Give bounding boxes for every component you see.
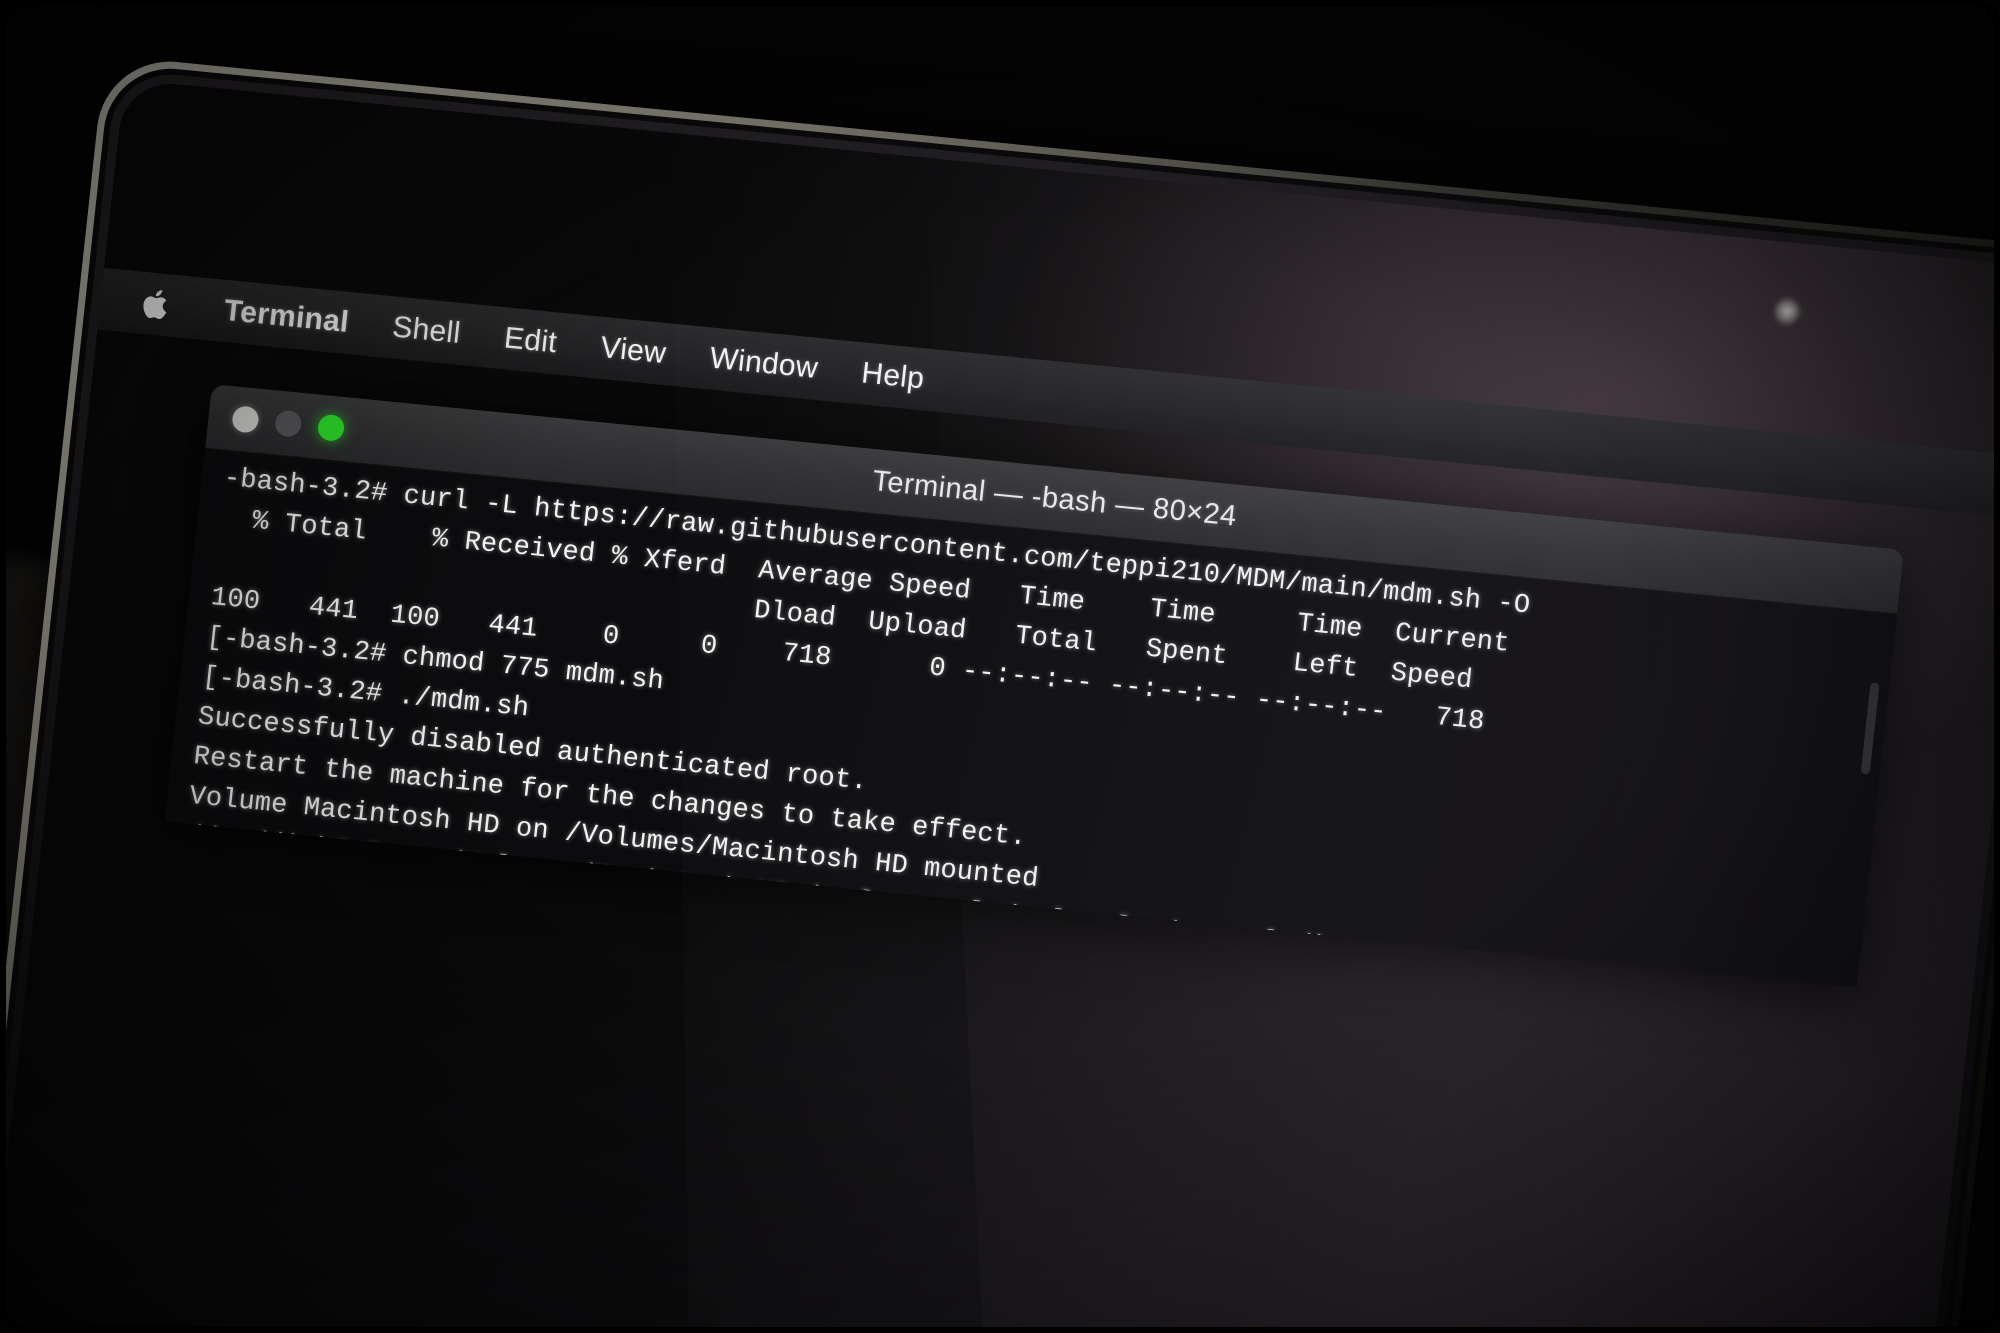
screen-dust-speck bbox=[1772, 296, 1802, 327]
prompt-text: -bash-3.2# bbox=[179, 861, 362, 909]
photo-scene: Terminal Shell Edit View Window Help Ter… bbox=[0, 0, 2000, 1333]
menu-item-window[interactable]: Window bbox=[708, 342, 820, 386]
laptop-screen: Terminal Shell Edit View Window Help Ter… bbox=[0, 79, 2000, 1333]
menu-item-view[interactable]: View bbox=[599, 331, 668, 371]
menu-item-terminal[interactable]: Terminal bbox=[222, 294, 350, 340]
block-cursor bbox=[359, 876, 379, 907]
menu-item-edit[interactable]: Edit bbox=[502, 321, 558, 360]
menu-item-help[interactable]: Help bbox=[860, 356, 926, 396]
apple-logo-icon[interactable] bbox=[139, 286, 171, 323]
laptop-lid: Terminal Shell Edit View Window Help Ter… bbox=[0, 55, 2000, 1333]
menu-item-shell[interactable]: Shell bbox=[391, 310, 462, 350]
